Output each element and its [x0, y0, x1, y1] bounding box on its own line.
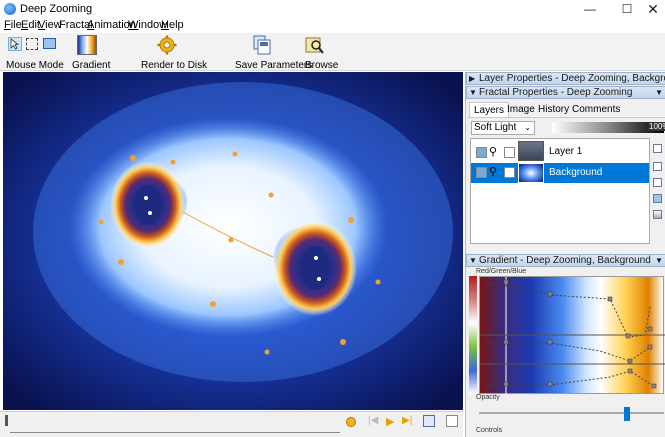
- save-parameters-icon[interactable]: [252, 35, 272, 55]
- mouse-mode-label: Mouse Mode: [6, 60, 64, 71]
- expand-arrow-icon[interactable]: ▼: [469, 87, 477, 98]
- controls-label: Controls: [476, 427, 503, 434]
- window-title: Deep Zooming: [20, 3, 93, 15]
- menu-file[interactable]: File: [4, 19, 22, 31]
- lock-checkbox[interactable]: [504, 147, 515, 158]
- layer-row-background[interactable]: ⚲ Background: [471, 163, 649, 183]
- visibility-icon[interactable]: [476, 167, 487, 178]
- toolbar: Mouse Mode Gradient Render to Disk Save …: [0, 33, 665, 71]
- opacity-track[interactable]: [479, 412, 664, 414]
- magnify-icon[interactable]: ⚲: [489, 165, 497, 178]
- layer-name: Background: [549, 167, 603, 178]
- expand-arrow-icon[interactable]: ▼: [469, 255, 477, 266]
- opacity-handle[interactable]: [624, 407, 630, 421]
- save-parameters-label: Save Parameters: [235, 60, 313, 71]
- pan-view-icon[interactable]: [43, 38, 56, 49]
- layer-thumbnail: [518, 163, 544, 183]
- panel-menu-icon[interactable]: ▼: [655, 255, 663, 266]
- blend-mode-select[interactable]: Soft Light ⌄: [471, 121, 535, 135]
- opacity-label: Opacity: [476, 394, 500, 401]
- menu-help-label: elp: [168, 19, 184, 31]
- delete-layer-icon[interactable]: [653, 210, 662, 219]
- merge-layer-icon[interactable]: [653, 194, 662, 203]
- opacity-value: 100%: [648, 122, 665, 131]
- panel-menu-icon[interactable]: ▼: [655, 87, 663, 98]
- channel-color-strip: [469, 276, 477, 394]
- collapse-arrow-icon[interactable]: ▶: [469, 73, 475, 84]
- lock-checkbox[interactable]: [504, 167, 515, 178]
- fractal-properties-title: Fractal Properties - Deep Zooming: [479, 87, 633, 98]
- fractal-image: [3, 72, 463, 410]
- chevron-down-icon: ⌄: [524, 123, 531, 132]
- channel-label: Red/Green/Blue: [476, 268, 527, 275]
- new-layer-icon[interactable]: [653, 144, 662, 153]
- timeline-settings-icon[interactable]: [446, 415, 458, 427]
- record-icon[interactable]: [346, 417, 356, 427]
- gradient-editor[interactable]: [479, 276, 665, 395]
- menu-help[interactable]: Help: [161, 19, 184, 31]
- tab-comments[interactable]: Comments: [568, 102, 624, 117]
- app-icon: [4, 3, 16, 15]
- menu-bar: File Edit View Fractal Animation Window …: [0, 18, 665, 33]
- timeline-start-marker[interactable]: [5, 415, 8, 426]
- timeline-ruler[interactable]: [10, 432, 340, 433]
- right-panel: ▶ Layer Properties - Deep Zooming, Backg…: [465, 72, 665, 437]
- layer-thumbnail: [518, 141, 544, 161]
- play-icon[interactable]: ▶: [386, 415, 394, 428]
- gradient-label: Gradient: [72, 60, 111, 71]
- close-button[interactable]: ✕: [638, 0, 665, 18]
- magnify-icon[interactable]: ⚲: [489, 145, 497, 158]
- tab-divider: [468, 117, 665, 118]
- timeline-bar: |◀ ▶ ▶|: [0, 411, 463, 437]
- duplicate-layer-icon[interactable]: [653, 162, 662, 171]
- browse-label: Browse: [305, 60, 339, 71]
- layer-row-layer1[interactable]: ⚲ Layer 1: [471, 141, 649, 163]
- menu-help-key: H: [161, 19, 169, 31]
- layer-properties-title: Layer Properties - Deep Zooming, Backgro…: [479, 73, 665, 84]
- skip-back-icon[interactable]: |◀: [368, 415, 378, 426]
- layers-list: ⚲ Layer 1 ⚲ Background: [470, 138, 650, 244]
- layer-properties-header[interactable]: ▶ Layer Properties - Deep Zooming, Backg…: [466, 72, 665, 85]
- keyframe-icon[interactable]: [423, 415, 435, 427]
- visibility-icon[interactable]: [476, 147, 487, 158]
- add-mask-icon[interactable]: [653, 178, 662, 187]
- gradient-icon[interactable]: [77, 35, 97, 55]
- gradient-curves: [480, 277, 665, 395]
- fractal-properties-header[interactable]: ▼ Fractal Properties - Deep Zooming ▼: [466, 86, 665, 99]
- menu-file-key: F: [4, 19, 11, 31]
- browse-icon[interactable]: [305, 35, 325, 55]
- marquee-select-icon[interactable]: [26, 38, 38, 50]
- menu-window-key: W: [128, 19, 139, 31]
- minimize-button[interactable]: —: [575, 0, 605, 18]
- layer-name: Layer 1: [549, 146, 583, 157]
- select-arrow-icon[interactable]: [8, 37, 22, 51]
- render-to-disk-label: Render to Disk: [141, 60, 208, 71]
- title-bar: Deep Zooming — ☐ ✕: [0, 0, 665, 18]
- gradient-panel-header[interactable]: ▼ Gradient - Deep Zooming, Background ▼: [466, 254, 665, 267]
- gear-icon[interactable]: [157, 35, 177, 55]
- skip-forward-icon[interactable]: ▶|: [402, 415, 412, 426]
- gradient-panel-title: Gradient - Deep Zooming, Background: [479, 255, 651, 266]
- fractal-canvas[interactable]: [3, 72, 463, 410]
- blend-mode-value: Soft Light: [474, 122, 517, 133]
